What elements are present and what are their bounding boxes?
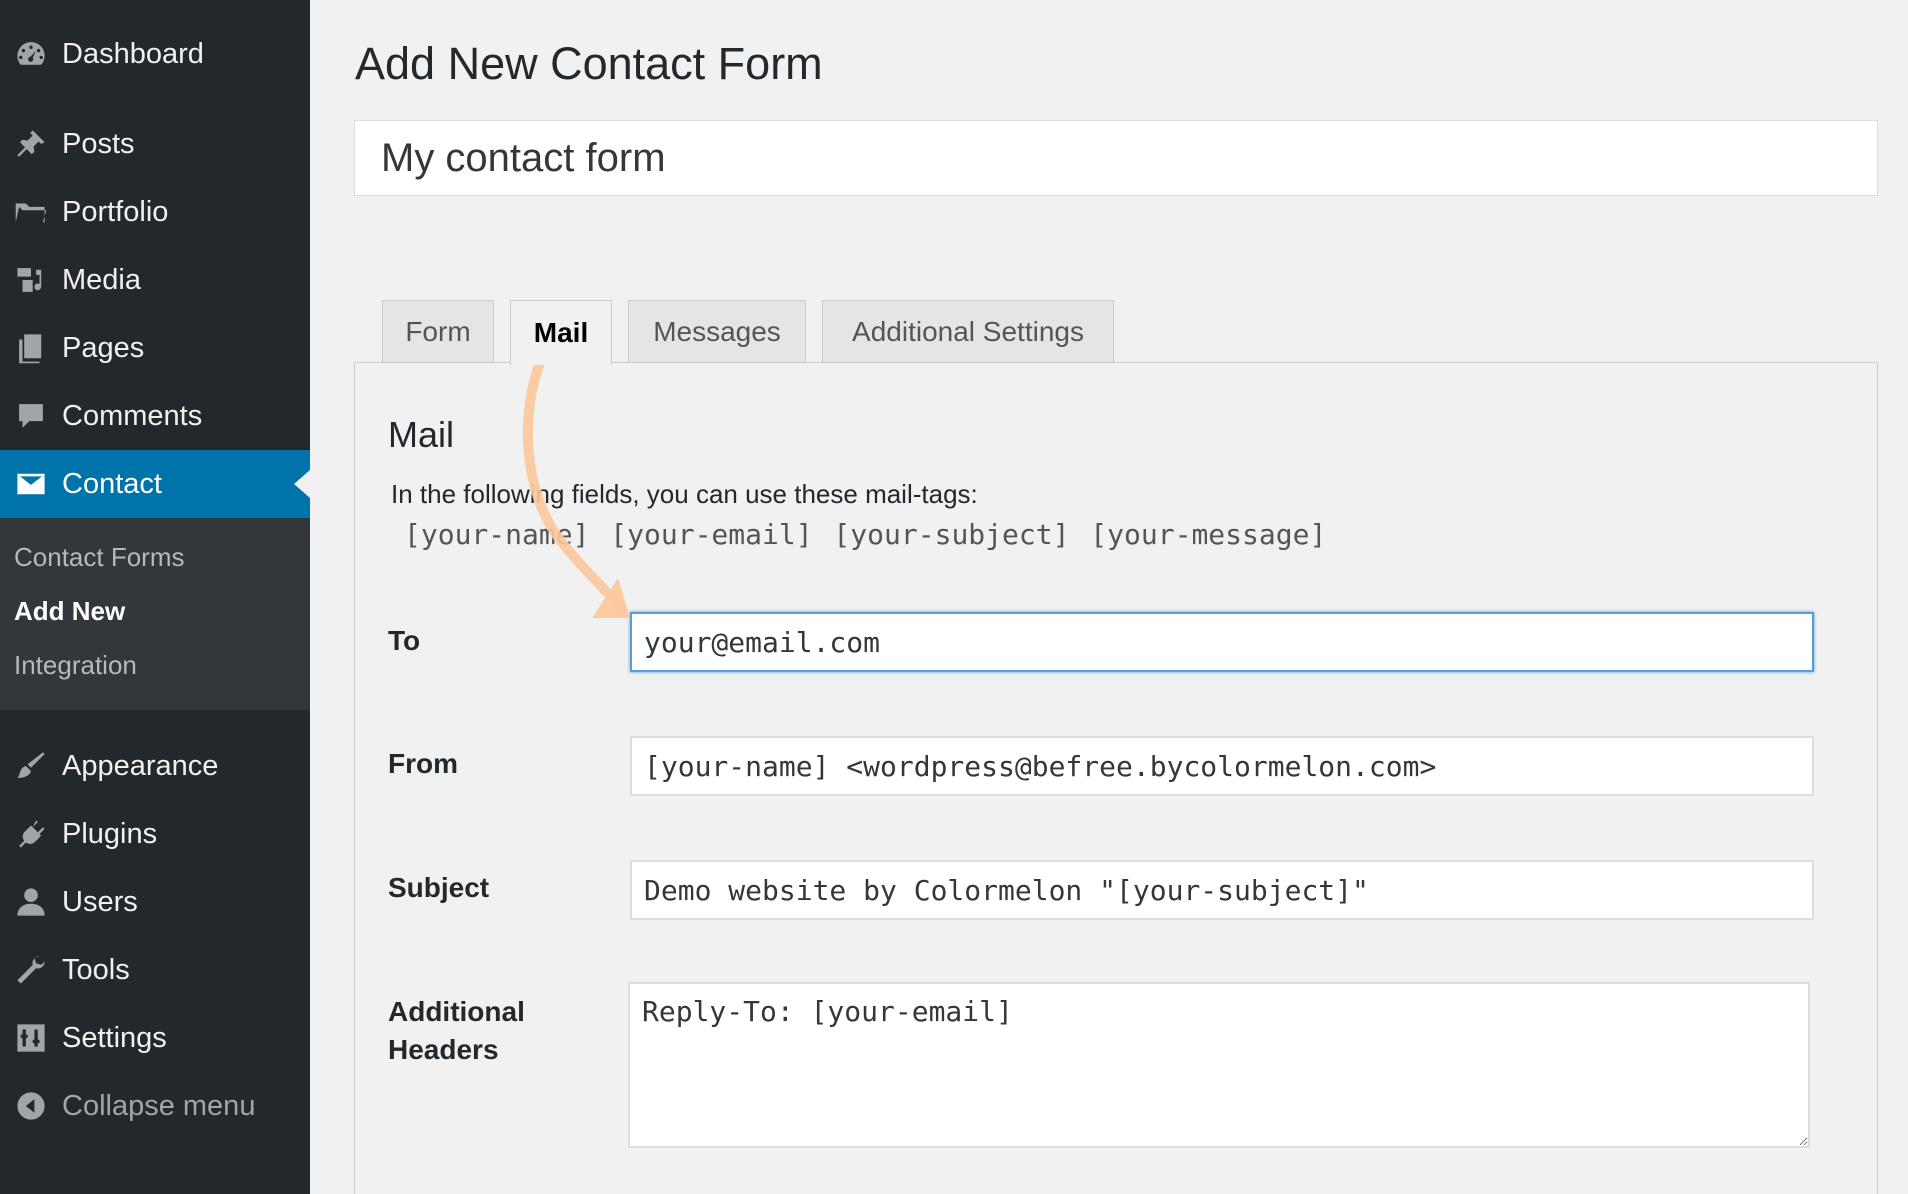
submenu-add-new[interactable]: Add New — [14, 596, 125, 627]
comment-icon — [0, 382, 62, 450]
menu-item-media[interactable]: Media — [0, 246, 310, 314]
menu-label: Plugins — [62, 817, 158, 850]
additional-headers-label-line1: Additional — [388, 996, 525, 1027]
tab-additional-settings[interactable]: Additional Settings — [822, 300, 1114, 363]
menu-item-tools[interactable]: Tools — [0, 936, 310, 1004]
menu-label: Pages — [62, 331, 145, 364]
menu-label: Tools — [62, 953, 130, 986]
menu-label: Users — [62, 885, 138, 918]
menu-item-dashboard[interactable]: Dashboard — [0, 20, 310, 88]
menu-label: Dashboard — [62, 37, 204, 70]
envelope-icon — [0, 450, 62, 518]
sliders-icon — [0, 1004, 62, 1072]
menu-item-settings[interactable]: Settings — [0, 1004, 310, 1072]
brush-icon — [0, 732, 62, 800]
active-indicator — [294, 470, 310, 498]
menu-label: Posts — [62, 127, 135, 160]
tab-mail[interactable]: Mail — [510, 300, 612, 365]
collapse-menu-button[interactable]: Collapse menu — [0, 1072, 310, 1140]
dashboard-icon — [0, 20, 62, 88]
folder-icon — [0, 178, 62, 246]
menu-item-appearance[interactable]: Appearance — [0, 732, 310, 800]
from-input[interactable] — [630, 736, 1814, 796]
plug-icon — [0, 800, 62, 868]
pin-icon — [0, 110, 62, 178]
menu-item-users[interactable]: Users — [0, 868, 310, 936]
admin-sidebar: Dashboard Posts Portfolio Media Pages Co… — [0, 0, 310, 1194]
form-title-input[interactable] — [354, 120, 1878, 196]
menu-item-contact[interactable]: Contact — [0, 450, 310, 518]
from-label: From — [388, 748, 458, 779]
menu-label: Comments — [62, 399, 203, 432]
menu-item-posts[interactable]: Posts — [0, 110, 310, 178]
pages-icon — [0, 314, 62, 382]
collapse-icon — [0, 1072, 62, 1140]
subject-input[interactable] — [630, 860, 1814, 920]
page-title: Add New Contact Form — [355, 38, 823, 89]
additional-headers-label-line2: Headers — [388, 1034, 499, 1065]
additional-headers-textarea[interactable]: Reply-To: [your-email] — [628, 982, 1810, 1148]
submenu-integration[interactable]: Integration — [14, 650, 137, 681]
menu-label: Appearance — [62, 749, 219, 782]
tab-messages[interactable]: Messages — [628, 300, 806, 363]
additional-headers-label: Additional Headers — [388, 993, 525, 1069]
submenu-contact-forms[interactable]: Contact Forms — [14, 542, 185, 573]
menu-label: Contact — [62, 467, 162, 500]
menu-item-pages[interactable]: Pages — [0, 314, 310, 382]
menu-item-comments[interactable]: Comments — [0, 382, 310, 450]
mail-tags-help: In the following fields, you can use the… — [391, 479, 978, 509]
tab-form[interactable]: Form — [382, 300, 494, 363]
menu-label: Media — [62, 263, 141, 296]
wrench-icon — [0, 936, 62, 1004]
to-input[interactable] — [630, 612, 1814, 672]
menu-label: Portfolio — [62, 195, 169, 228]
menu-item-plugins[interactable]: Plugins — [0, 800, 310, 868]
mail-tags-list: [your-name] [your-email] [your-subject] … — [404, 518, 1327, 551]
subject-label: Subject — [388, 872, 490, 903]
menu-item-portfolio[interactable]: Portfolio — [0, 178, 310, 246]
to-label: To — [388, 625, 421, 656]
collapse-label: Collapse menu — [62, 1089, 256, 1122]
media-icon — [0, 246, 62, 314]
section-heading: Mail — [388, 414, 455, 455]
contact-submenu: Contact Forms Add New Integration — [0, 518, 310, 710]
menu-label: Settings — [62, 1021, 167, 1054]
user-icon — [0, 868, 62, 936]
